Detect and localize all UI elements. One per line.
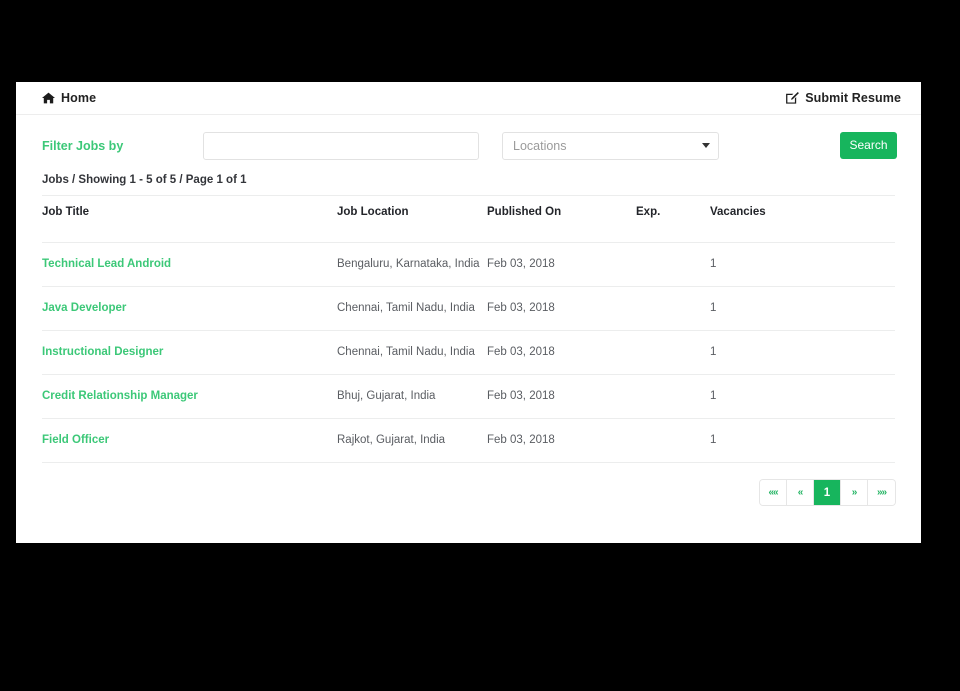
job-title-link[interactable]: Credit Relationship Manager (42, 390, 198, 402)
job-board-panel: Home Submit Resume Filter Jobs by Locati… (16, 82, 921, 543)
cell-job-location: Bhuj, Gujarat, India (337, 374, 487, 419)
home-link[interactable]: Home (42, 91, 96, 105)
top-navigation-bar: Home Submit Resume (16, 82, 921, 115)
keyword-search-input[interactable] (203, 132, 479, 160)
cell-spacer (766, 374, 895, 419)
cell-exp (636, 418, 710, 463)
table-row: Technical Lead Android Bengaluru, Karnata… (42, 242, 895, 287)
cell-job-location: Bengaluru, Karnataka, India (337, 242, 487, 287)
table-row: Credit Relationship Manager Bhuj, Gujarat… (42, 374, 895, 419)
jobs-table-head: Job Title Job Location Published On Exp.… (42, 195, 895, 243)
pencil-square-icon (786, 92, 800, 104)
cell-job-location: Chennai, Tamil Nadu, India (337, 286, 487, 331)
cell-job-title: Instructional Designer (42, 330, 337, 375)
cell-published-on: Feb 03, 2018 (487, 330, 636, 375)
cell-published-on: Feb 03, 2018 (487, 286, 636, 331)
cell-vacancies: 1 (710, 330, 766, 375)
column-header-vacancies: Vacancies (710, 195, 766, 243)
column-header-spacer (766, 195, 895, 243)
cell-job-title: Java Developer (42, 286, 337, 331)
cell-vacancies: 1 (710, 374, 766, 419)
location-select-wrapper: Locations (502, 132, 719, 160)
pagination: «« «1»»» (16, 463, 921, 505)
cell-published-on: Feb 03, 2018 (487, 242, 636, 287)
cell-spacer (766, 330, 895, 375)
table-row: Java Developer Chennai, Tamil Nadu, India… (42, 286, 895, 331)
cell-job-title: Credit Relationship Manager (42, 374, 337, 419)
cell-vacancies: 1 (710, 286, 766, 331)
table-row: Field Officer Rajkot, Gujarat, India Feb 0… (42, 418, 895, 463)
submit-resume-link[interactable]: Submit Resume (786, 91, 901, 105)
pagination-first[interactable]: «« (760, 480, 787, 505)
table-header-row: Job Title Job Location Published On Exp.… (42, 195, 895, 243)
home-label: Home (61, 91, 97, 105)
jobs-table-body: Technical Lead Android Bengaluru, Karnata… (42, 242, 895, 463)
jobs-table: Job Title Job Location Published On Exp.… (42, 195, 895, 463)
cell-exp (636, 242, 710, 287)
cell-job-title: Field Officer (42, 418, 337, 463)
pagination-last[interactable]: »» (868, 480, 895, 505)
location-select[interactable]: Locations (502, 132, 719, 160)
pagination-page-1[interactable]: 1 (814, 480, 841, 505)
cell-spacer (766, 418, 895, 463)
cell-exp (636, 374, 710, 419)
search-button[interactable]: Search (840, 132, 897, 159)
cell-spacer (766, 242, 895, 287)
job-title-link[interactable]: Instructional Designer (42, 346, 163, 358)
column-header-exp: Exp. (636, 195, 710, 243)
table-row: Instructional Designer Chennai, Tamil Nad… (42, 330, 895, 375)
submit-resume-label: Submit Resume (805, 91, 901, 105)
column-header-job-title: Job Title (42, 195, 337, 243)
cell-vacancies: 1 (710, 242, 766, 287)
cell-job-location: Chennai, Tamil Nadu, India (337, 330, 487, 375)
screenshot-viewport: Home Submit Resume Filter Jobs by Locati… (0, 0, 960, 691)
jobs-table-wrapper: Job Title Job Location Published On Exp.… (16, 195, 921, 463)
job-title-link[interactable]: Java Developer (42, 302, 126, 314)
cell-published-on: Feb 03, 2018 (487, 374, 636, 419)
pagination-next[interactable]: » (841, 480, 868, 505)
cell-vacancies: 1 (710, 418, 766, 463)
filter-jobs-by-label: Filter Jobs by (42, 139, 124, 153)
filter-bar: Filter Jobs by Locations Search (16, 115, 921, 177)
pagination-prev[interactable]: « (787, 480, 814, 505)
cell-published-on: Feb 03, 2018 (487, 418, 636, 463)
job-title-link[interactable]: Technical Lead Android (42, 258, 171, 270)
job-title-link[interactable]: Field Officer (42, 434, 109, 446)
location-select-value: Locations (513, 139, 567, 153)
column-header-job-location: Job Location (337, 195, 487, 243)
cell-job-title: Technical Lead Android (42, 242, 337, 287)
cell-exp (636, 286, 710, 331)
pagination-list: «« «1»»» (760, 480, 895, 505)
cell-exp (636, 330, 710, 375)
home-icon (42, 92, 55, 104)
column-header-published-on: Published On (487, 195, 636, 243)
cell-job-location: Rajkot, Gujarat, India (337, 418, 487, 463)
cell-spacer (766, 286, 895, 331)
